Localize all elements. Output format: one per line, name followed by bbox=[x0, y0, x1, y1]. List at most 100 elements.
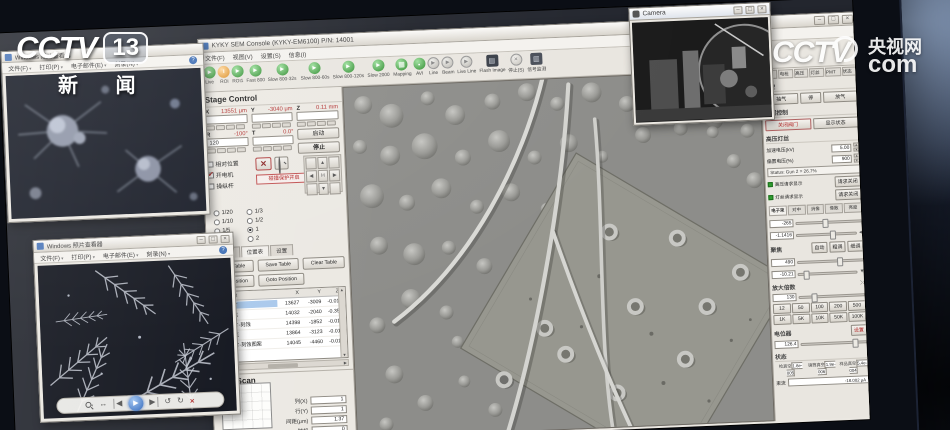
focus-value[interactable]: 490 bbox=[771, 258, 795, 267]
toolbar-slow-800-32s[interactable]: Slow 800-32s bbox=[267, 63, 298, 83]
toolbar-fast-800[interactable]: Fast 800 bbox=[245, 64, 265, 84]
menu-view[interactable]: 视图(V) bbox=[232, 52, 252, 62]
tab-align[interactable]: 对中 bbox=[787, 205, 805, 216]
menu-info[interactable]: 信息(I) bbox=[288, 49, 306, 59]
kv-spinner[interactable]: ▲▼ bbox=[853, 142, 859, 151]
step-radio[interactable] bbox=[247, 218, 253, 224]
beam-slider1-value[interactable]: -265 bbox=[769, 219, 793, 228]
magnification-slider[interactable] bbox=[798, 293, 865, 299]
y-step-button[interactable] bbox=[251, 123, 260, 128]
mag-preset[interactable]: 1K bbox=[773, 314, 791, 325]
toolbar-roi1[interactable]: ROI1 bbox=[231, 65, 244, 84]
x-step-button[interactable] bbox=[206, 125, 215, 130]
zoom-icon[interactable]: ▾ bbox=[85, 402, 93, 408]
maximize-button[interactable]: □ bbox=[828, 15, 839, 24]
pv2-menu-file[interactable]: 文件(F) bbox=[40, 252, 64, 262]
camera-close-button[interactable]: × bbox=[757, 5, 766, 13]
previous-icon[interactable]: ◀ bbox=[113, 398, 123, 408]
axis-y-input[interactable] bbox=[251, 112, 293, 123]
mag-preset[interactable]: 500 bbox=[848, 300, 866, 311]
beam-slider2[interactable] bbox=[796, 231, 857, 237]
toolbar-slow-2000[interactable]: Slow 2000 bbox=[366, 59, 390, 79]
tab-position-table[interactable]: 位置表 bbox=[240, 245, 269, 257]
tab-stigmator[interactable]: 像散 bbox=[825, 203, 843, 214]
mag-swap-icon[interactable]: ⤫ bbox=[860, 280, 865, 287]
toolbar-slow-800-120s[interactable]: Slow 800-120s bbox=[331, 60, 365, 80]
cols-input[interactable]: 1 bbox=[310, 395, 346, 405]
step-radio[interactable] bbox=[247, 209, 253, 215]
beam-slider1[interactable] bbox=[795, 219, 862, 225]
tab-gun[interactable]: 电枪 bbox=[778, 69, 793, 79]
bias-value[interactable]: 900 bbox=[832, 154, 852, 163]
tab-settings[interactable]: 设置 bbox=[270, 244, 293, 256]
col-y[interactable]: Y bbox=[299, 289, 321, 296]
step-radio[interactable] bbox=[213, 210, 219, 216]
stage-start-button[interactable]: 启动 bbox=[297, 127, 339, 140]
col-x[interactable]: X bbox=[277, 290, 299, 297]
step-radio[interactable] bbox=[214, 219, 220, 225]
toolbar-avi[interactable]: AVI bbox=[413, 57, 426, 76]
pv2-minimize-button[interactable]: – bbox=[196, 235, 205, 243]
toolbar-flash-image[interactable]: Flash Image bbox=[478, 54, 506, 74]
toolbar-live-line[interactable]: Live Line bbox=[456, 55, 477, 75]
rotate-ccw-icon[interactable]: ↺ bbox=[164, 396, 171, 406]
axis-r-input[interactable]: 120 bbox=[206, 137, 248, 148]
toolbar-signal-monitor[interactable]: 信号监测 bbox=[526, 52, 547, 73]
pv2-close-button[interactable]: × bbox=[220, 234, 229, 242]
focus-coarse-button[interactable]: 粗调 bbox=[829, 241, 845, 253]
toolbar-mapping[interactable]: Mapping bbox=[392, 58, 412, 78]
vent-button[interactable]: 放气 bbox=[823, 90, 857, 102]
minimize-button[interactable]: – bbox=[814, 15, 825, 24]
beam-slider2-value[interactable]: -1.1416 bbox=[770, 231, 794, 240]
pv2-menu-print[interactable]: 打印(P) bbox=[71, 251, 95, 261]
slideshow-icon[interactable]: ▶ bbox=[128, 395, 144, 411]
delete-icon[interactable]: × bbox=[190, 396, 195, 405]
show-state-button[interactable]: 显示状态 bbox=[813, 116, 859, 129]
slider-arrow-icon[interactable]: ▼ bbox=[859, 268, 864, 274]
focus-fine-value[interactable]: -10.21 bbox=[771, 270, 795, 279]
z-step-button[interactable] bbox=[297, 122, 306, 127]
menu-settings[interactable]: 设置(S) bbox=[260, 51, 280, 61]
next-icon[interactable]: ▶ bbox=[149, 397, 159, 407]
focus-fine-slider[interactable] bbox=[798, 270, 858, 276]
rows-input[interactable]: 1 bbox=[311, 405, 347, 415]
magnification-value[interactable]: 130 bbox=[772, 293, 796, 302]
bias-spinner[interactable]: ▲▼ bbox=[854, 153, 860, 162]
camera-minimize-button[interactable]: – bbox=[733, 6, 742, 14]
mag-preset[interactable]: 50 bbox=[792, 303, 810, 314]
toolbar-roi[interactable]: ROI bbox=[217, 66, 230, 85]
kv-value[interactable]: 5.00 bbox=[831, 143, 851, 152]
potentiometer-set-button[interactable]: 设置 bbox=[851, 324, 867, 336]
pitch-input[interactable]: 1.37 bbox=[311, 415, 347, 425]
clear-table-button[interactable]: Clear Table bbox=[303, 256, 345, 270]
help-icon[interactable]: ? bbox=[219, 246, 227, 254]
pv2-menu-email[interactable]: 电子邮件(E) bbox=[103, 249, 139, 259]
mag-preset[interactable]: 50K bbox=[830, 312, 848, 323]
stage-abort-button[interactable]: ✕ bbox=[255, 157, 272, 171]
dpad-left[interactable]: ◀ bbox=[306, 170, 317, 182]
toolbar-live[interactable]: Live bbox=[203, 66, 216, 85]
table-vertical-scrollbar[interactable]: ▲▼ bbox=[338, 287, 348, 357]
dpad-up[interactable]: ▲ bbox=[317, 157, 328, 169]
pv2-menu-burn[interactable]: 刻录(N) bbox=[146, 248, 170, 258]
focus-auto-button[interactable]: 自动 bbox=[811, 242, 827, 254]
slider-arrow-icon[interactable]: ◀ bbox=[859, 229, 863, 235]
close-button[interactable]: × bbox=[842, 14, 853, 23]
focus-slider[interactable] bbox=[797, 258, 864, 264]
camera-maximize-button[interactable]: □ bbox=[745, 5, 754, 13]
rotate-cw-icon[interactable]: ↻ bbox=[177, 396, 184, 406]
close-valve-button[interactable]: 关闭阀门 bbox=[765, 118, 811, 131]
focus-fine-button[interactable]: 细调 bbox=[847, 240, 863, 252]
sem-image-viewport[interactable] bbox=[342, 69, 774, 430]
axis-t-input[interactable] bbox=[252, 135, 294, 146]
toolbar-beam[interactable]: Beam bbox=[441, 56, 455, 76]
toolbar-line[interactable]: Line bbox=[427, 57, 440, 76]
mag-preset[interactable]: 5K bbox=[792, 314, 810, 325]
mag-preset[interactable]: 200 bbox=[829, 301, 847, 312]
goto-position-button[interactable]: Goto Position bbox=[258, 273, 304, 287]
menu-file[interactable]: 文件(F) bbox=[205, 53, 225, 63]
dpad-center[interactable]: H bbox=[317, 170, 328, 182]
pv2-maximize-button[interactable]: □ bbox=[208, 235, 217, 243]
random-input[interactable]: 0 bbox=[312, 425, 348, 430]
stage-stop-button[interactable]: 停止 bbox=[298, 141, 340, 154]
